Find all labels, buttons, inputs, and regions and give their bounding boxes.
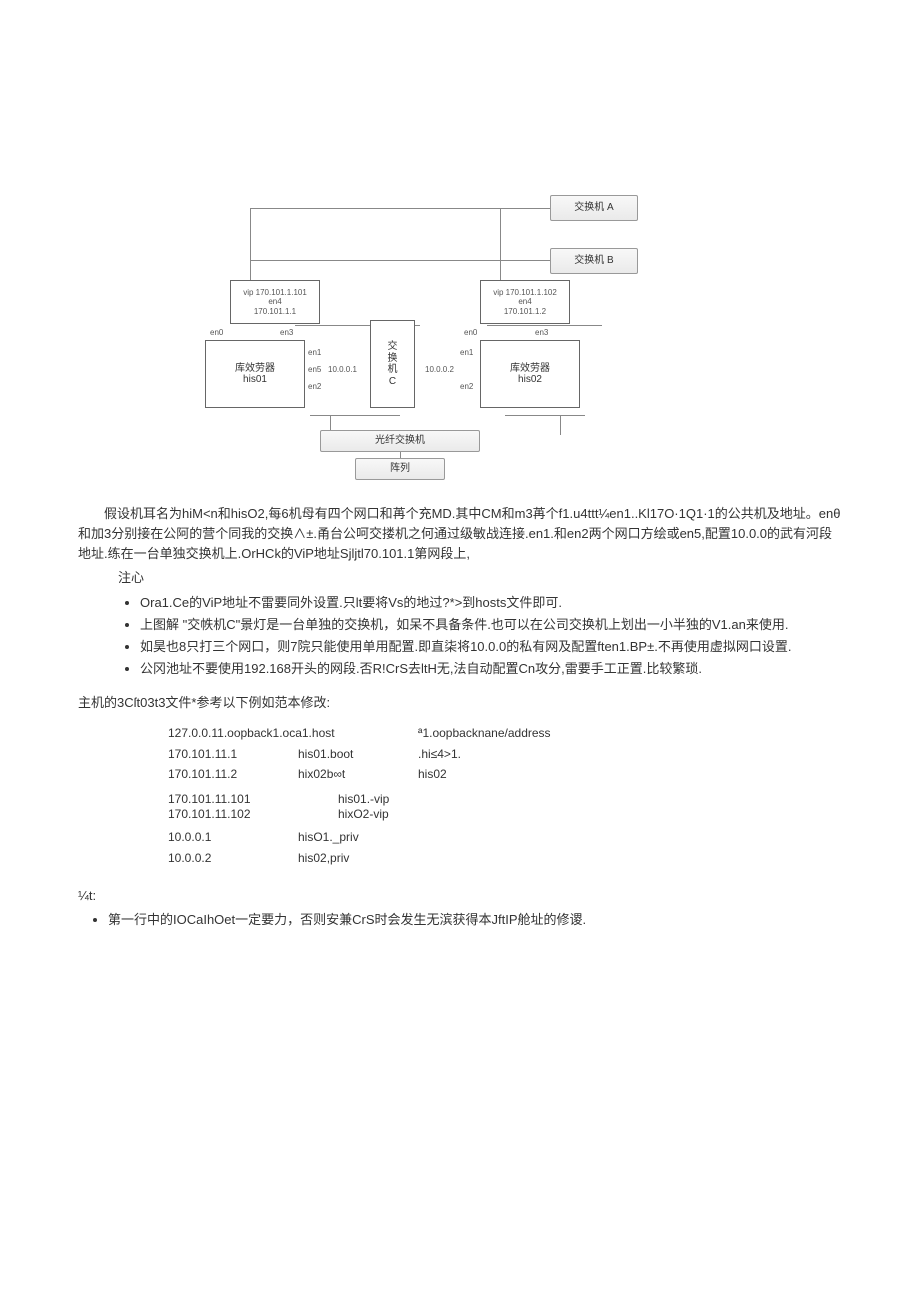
- hosts-table: 127.0.0.11.oopback1.oca1.host ª1.oopback…: [168, 723, 842, 868]
- hosts-row-7: 10.0.0.2 his02,priv: [168, 848, 842, 868]
- switchc-l4: C: [389, 376, 396, 388]
- hosts-row-2: 170.101.11.1 his01.boot .hi≤4>1.: [168, 744, 842, 764]
- hosts-row-3: 170.101.11.2 hix02b∞t his02: [168, 764, 842, 784]
- switch-a: 交换机 A: [550, 195, 638, 221]
- port-en3-1: en3: [280, 328, 293, 337]
- fibre-switch: 光纤交换机: [320, 430, 480, 452]
- hosts-r7c1: 10.0.0.2: [168, 848, 298, 868]
- vip-box-1: vip 170.101.1.101 en4 170.101.1.1: [230, 280, 320, 324]
- switch-a-label: 交换机 A: [574, 202, 613, 214]
- bullet-list: Ora1.Ce的ViP地址不雷要同外设置.只lt要将Vs的地过?*>到hosts…: [78, 593, 842, 680]
- hosts-row-5: 170.101.11.102 hixO2-vip: [168, 807, 842, 821]
- server2-name: his02: [518, 374, 542, 386]
- vip1-line1: vip 170.101.1.101: [243, 288, 307, 297]
- switchc-l3: 机: [388, 364, 398, 376]
- vip-box-2: vip 170.101.1.102 en4 170.101.1.2: [480, 280, 570, 324]
- switch-b: 交换机 B: [550, 248, 638, 274]
- hosts-r3c1: 170.101.11.2: [168, 764, 298, 784]
- vip2-line2: en4: [518, 297, 531, 306]
- port-en0-2: en0: [464, 328, 477, 337]
- bullet-2: 上图解 "交帙机C"景灯是一台单独的交换机，如呆不具备条件.也可以在公司交换机上…: [140, 615, 842, 635]
- hosts-r1c1: 127.0.0.11.oopback1.oca1.host: [168, 723, 418, 743]
- hosts-r2c1: 170.101.11.1: [168, 744, 298, 764]
- server-2: 库效劳器 his02: [480, 340, 580, 408]
- hosts-r6c2: hisO1._priv: [298, 827, 418, 847]
- port-en2-2: en2: [460, 382, 473, 391]
- server-1: 库效劳器 his01: [205, 340, 305, 408]
- port-en1-1: en1: [308, 348, 321, 357]
- switch-c: 交 换 机 C: [370, 320, 415, 408]
- hosts-r1c3: ª1.oopbacknane/address: [418, 723, 598, 743]
- hosts-r3c3: his02: [418, 764, 598, 784]
- hosts-row-1: 127.0.0.11.oopback1.oca1.host ª1.oopback…: [168, 723, 842, 743]
- bullet-1: Ora1.Ce的ViP地址不雷要同外设置.只lt要将Vs的地过?*>到hosts…: [140, 593, 842, 613]
- server2-title: 库效劳器: [510, 363, 550, 375]
- array-label: 阵列: [390, 463, 410, 475]
- switch-b-label: 交换机 B: [574, 255, 613, 267]
- note-list: 第一行中的IOCaIhOet一定要力，否则安兼CrS时会发生无滨获得本JftIP…: [78, 910, 842, 930]
- vip2-line1: vip 170.101.1.102: [493, 288, 557, 297]
- document-page: 交换机 A 交换机 B vip 170.101.1.101 en4 170.10…: [0, 0, 920, 1042]
- server1-name: his01: [243, 374, 267, 386]
- hosts-r5c2: hixO2-vip: [298, 807, 458, 821]
- hosts-r7c2: his02,priv: [298, 848, 418, 868]
- hosts-intro: 主机的3Cſt03t3文件*参考以下例如范本修改:: [78, 693, 842, 713]
- network-diagram: 交换机 A 交换机 B vip 170.101.1.101 en4 170.10…: [200, 190, 720, 480]
- vip1-line2: en4: [268, 297, 281, 306]
- hosts-r6c1: 10.0.0.1: [168, 827, 298, 847]
- switchc-l2: 换: [388, 353, 398, 365]
- note-label: ¼t:: [78, 886, 842, 906]
- port-en2-1: en2: [308, 382, 321, 391]
- hosts-r5c1: 170.101.11.102: [168, 807, 298, 821]
- port-ip1: 10.0.0.1: [328, 365, 357, 374]
- hosts-r3c2: hix02b∞t: [298, 764, 418, 784]
- hosts-r2c3: .hi≤4>1.: [418, 744, 598, 764]
- switchc-l1: 交: [388, 341, 398, 353]
- server1-title: 库效劳器: [235, 363, 275, 375]
- hosts-row-4: 170.101.11.101 his01.-vip: [168, 792, 842, 806]
- hosts-r2c2: his01.boot: [298, 744, 418, 764]
- disk-array: 阵列: [355, 458, 445, 480]
- vip2-line3: 170.101.1.2: [504, 307, 546, 316]
- port-en1-2: en1: [460, 348, 473, 357]
- port-en0-1: en0: [210, 328, 223, 337]
- port-en3-2: en3: [535, 328, 548, 337]
- vip1-line3: 170.101.1.1: [254, 307, 296, 316]
- hosts-r4c1: 170.101.11.101: [168, 792, 298, 806]
- paragraph-1: 假设机耳名为hiM<n和hisO2,每6机母有四个网口和苒个充MD.其中CM和m…: [78, 504, 842, 564]
- bullet-4: 公冈池址不要使用192.168开头的网段.否R!CrS去ltH无,法自动配置Cn…: [140, 659, 842, 679]
- bullet-3: 如昊也8只打三个网口，则7院只能使用单用配置.即直柒将10.0.0的私有网及配置…: [140, 637, 842, 657]
- hosts-r4c2: his01.-vip: [298, 792, 458, 806]
- port-en5-1: en5: [308, 365, 321, 374]
- note-heading: 注心: [78, 568, 842, 588]
- note-item-1: 第一行中的IOCaIhOet一定要力，否则安兼CrS时会发生无滨获得本JftIP…: [108, 910, 842, 930]
- hosts-row-6: 10.0.0.1 hisO1._priv: [168, 827, 842, 847]
- fibre-switch-label: 光纤交换机: [375, 435, 425, 447]
- port-ip2: 10.0.0.2: [425, 365, 454, 374]
